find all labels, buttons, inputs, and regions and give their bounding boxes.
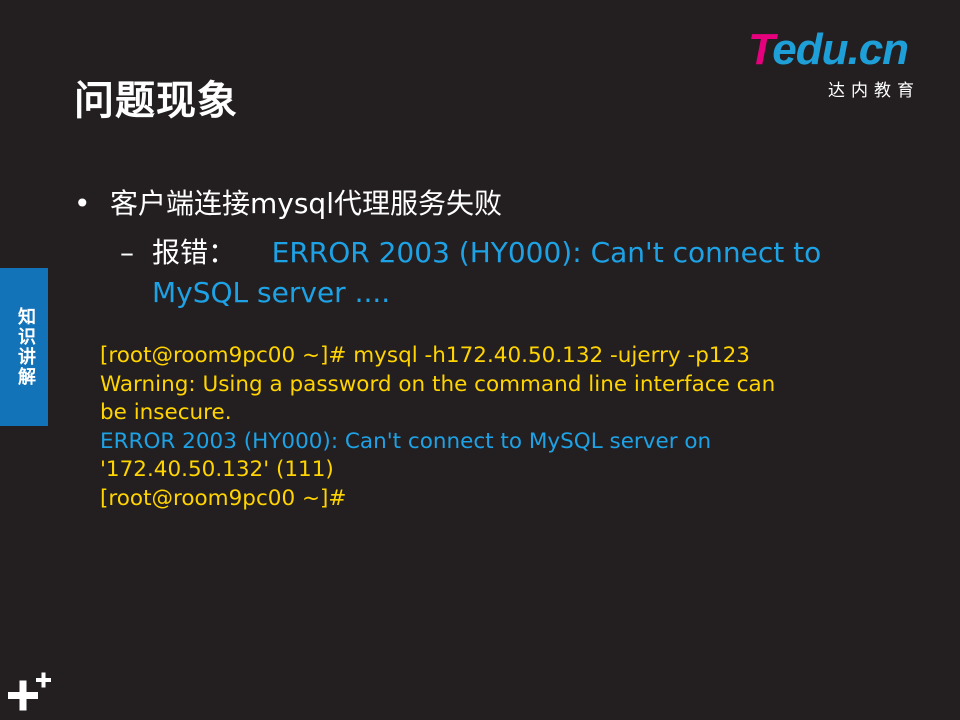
terminal-line: [root@room9pc00 ~]# mysql -h172.40.50.13… — [100, 343, 750, 368]
sub-bullet-error-continued: MySQL server .... — [152, 276, 391, 309]
plus-decoration-icon — [8, 672, 51, 711]
logo-t: T — [748, 25, 773, 74]
sub-bullet-label: 报错： — [152, 236, 237, 269]
logo-domain: edu.cn — [772, 25, 909, 74]
knowledge-tab: 知识讲解 — [0, 268, 48, 426]
bullet-text: 客户端连接mysql代理服务失败 — [110, 187, 502, 220]
terminal-line: '172.40.50.132' (111) — [100, 457, 334, 482]
terminal-line-error: ERROR 2003 (HY000): Can't connect to MyS… — [100, 428, 712, 454]
logo-subtitle: 达内教育 — [828, 81, 920, 101]
tedu-logo: Tedu.cn 达内教育 — [748, 25, 938, 102]
logo-wordmark: Tedu.cn — [748, 25, 909, 74]
bullet-item: • 客户端连接mysql代理服务失败 — [74, 182, 502, 222]
terminal-output: [root@room9pc00 ~]# mysql -h172.40.50.13… — [100, 342, 840, 513]
terminal-line: Warning: Using a password on the command… — [100, 371, 776, 397]
bullet-marker: • — [74, 187, 91, 220]
knowledge-tab-label: 知识讲解 — [15, 307, 36, 387]
terminal-line: be insecure. — [100, 400, 232, 425]
sub-bullet-item: – 报错： ERROR 2003 (HY000): Can't connect t… — [120, 232, 830, 274]
sub-bullet-error: ERROR 2003 (HY000): Can't connect to — [271, 236, 822, 269]
sub-bullet-marker: – — [120, 236, 134, 269]
slide-title: 问题现象 — [74, 78, 238, 124]
terminal-line: [root@room9pc00 ~]# — [100, 485, 347, 511]
